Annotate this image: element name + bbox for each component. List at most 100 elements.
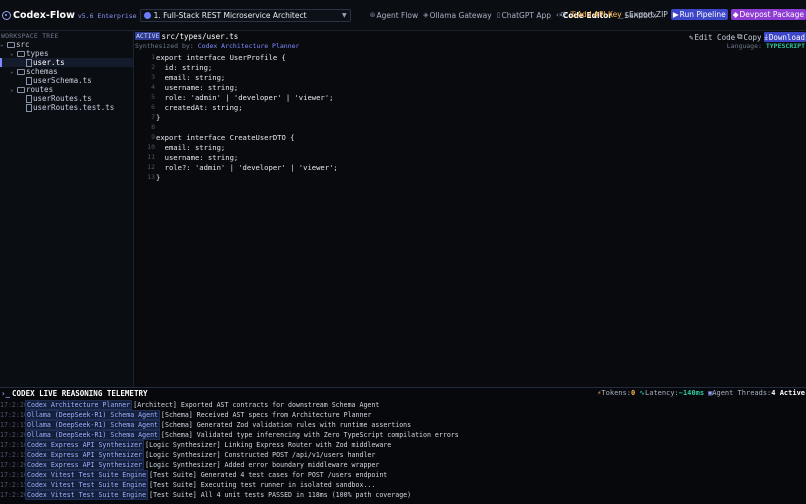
log-entry: 17:2:15 Codex Vitest Test Suite Engine [Te…	[0, 480, 806, 490]
tree-file-userschema-ts[interactable]: userSchema.ts	[26, 76, 92, 85]
log-entry: 17:2:10 Ollama (DeepSeek-R1) Schema Agent…	[0, 410, 806, 420]
download-button[interactable]: ⤓ Download	[763, 32, 806, 42]
log-entry: 17:2:15 Ollama (DeepSeek-R1) Schema Agent…	[0, 420, 806, 430]
add-api-key-button[interactable]: ⚿ Add API Key	[570, 10, 621, 20]
log-source-badge: Codex Vitest Test Suite Engine	[25, 490, 149, 500]
play-icon: ▶	[672, 10, 679, 19]
download-icon: ⤓	[764, 32, 768, 41]
key-icon: ⚿	[570, 9, 576, 19]
nav-chatgpt-app[interactable]: ▯ ChatGPT App	[497, 11, 551, 20]
log-timestamp: 17:2:15	[0, 451, 28, 459]
telemetry-title: CODEX LIVE REASONING TELEMETRY	[12, 388, 148, 398]
tree-label: userSchema.ts	[33, 76, 92, 85]
tokens-stat: ⚡Tokens:0	[597, 389, 635, 397]
tree-folder-schemas[interactable]: ⌄ schemas	[10, 67, 58, 76]
nav-agent-flow[interactable]: ⊛ Agent Flow	[370, 11, 419, 20]
folder-icon	[17, 50, 25, 57]
latency-stat: ∿Latency:~140ms	[639, 389, 704, 397]
code-line: 13}	[135, 172, 338, 182]
tree-file-userroutes-ts[interactable]: userRoutes.ts	[26, 94, 92, 103]
run-pipeline-button[interactable]: ▶ Run Pipeline	[670, 9, 728, 20]
line-number: 7	[151, 113, 155, 121]
devpost-package-button[interactable]: ◆ Devpost Package	[730, 9, 806, 20]
log-entry: 17:2:20 Codex Architecture Planner [Archit…	[0, 400, 806, 410]
project-select-value: 1. Full-Stack REST Microservice Architec…	[153, 10, 307, 20]
threads-label: Agent Threads:	[712, 389, 772, 397]
project-select[interactable]: 1. Full-Stack REST Microservice Architec…	[139, 8, 351, 22]
file-icon	[26, 76, 32, 85]
code-line: 4 username: string;	[135, 82, 338, 92]
log-timestamp: 17:2:15	[0, 481, 28, 489]
tokens-value: 0	[630, 389, 636, 397]
line-number: 10	[147, 143, 155, 151]
log-message: [Test Suite] Generated 4 test cases for …	[149, 471, 388, 479]
log-source-badge: Codex Express API Synthesizer	[25, 460, 145, 470]
refresh-icon[interactable]: ⟳	[560, 10, 567, 19]
code-line: 8	[135, 122, 338, 132]
editor-toolbar: ✎ Edit Code ⧉ Copy ⤓ Download	[689, 32, 806, 42]
log-timestamp: 17:2:20	[0, 461, 28, 469]
action-bar: ⟳ ⚿ Add API Key ⤓ Export ZIP ▶ Run Pipeline…	[560, 9, 806, 20]
nav-label: Ollama Gateway	[429, 10, 492, 20]
active-badge: ACTIVE	[135, 32, 161, 40]
code-area[interactable]: 1 export interface UserProfile {2 id: str…	[135, 52, 338, 182]
download-label: Download	[768, 32, 805, 42]
download-icon: ⤓	[624, 9, 628, 19]
log-timestamp: 17:2:10	[0, 411, 28, 419]
pencil-icon: ✎	[688, 32, 694, 42]
log-source-badge: Ollama (DeepSeek-R1) Schema Agent	[25, 410, 161, 420]
line-number: 9	[151, 133, 155, 141]
nav-label: Agent Flow	[376, 10, 419, 20]
line-number: 8	[151, 123, 155, 131]
log-entry: 17:2:15 Codex Express API Synthesizer [Log…	[0, 450, 806, 460]
package-icon: ◆	[732, 10, 739, 19]
log-source-badge: Ollama (DeepSeek-R1) Schema Agent	[25, 430, 161, 440]
tree-file-user-ts[interactable]: user.ts	[0, 58, 133, 67]
log-message: [Logic Synthesizer] Linking Express Rout…	[145, 441, 392, 449]
log-source-badge: Codex Express API Synthesizer	[25, 440, 145, 450]
edit-code-button[interactable]: ✎ Edit Code	[689, 32, 735, 42]
tree-folder-types[interactable]: ⌄ types	[10, 49, 49, 58]
code-text: export interface UserProfile {	[156, 52, 286, 62]
tree-label: schemas	[26, 67, 58, 76]
copy-button[interactable]: ⧉ Copy	[737, 32, 761, 42]
nav-ollama-gateway[interactable]: ◈ Ollama Gateway	[423, 11, 491, 20]
top-bar: Codex-Flow v5.6 Enterprise 1. Full-Stack…	[0, 0, 806, 31]
synth-agent: Codex Architecture Planner	[197, 41, 300, 50]
code-text: }	[156, 172, 161, 182]
log-timestamp: 17:2:20	[0, 491, 28, 499]
log-timestamp: 17:2:20	[0, 431, 28, 439]
export-zip-button[interactable]: ⤓ Export ZIP	[625, 10, 668, 20]
tree-file-userroutes-test-ts[interactable]: userRoutes.test.ts	[26, 103, 114, 112]
code-text: createdAt: string;	[156, 102, 243, 112]
folder-icon	[17, 86, 25, 93]
chevron-down-icon: ⌄	[10, 86, 14, 93]
tree-label: userRoutes.test.ts	[33, 103, 115, 112]
folder-icon	[7, 41, 15, 48]
threads-stat: ▣Agent Threads:4 Active	[708, 389, 805, 397]
code-line: 9 export interface CreateUserDTO {	[135, 132, 338, 142]
line-number: 5	[151, 93, 155, 101]
synthesis-info: Synthesized by: Codex Architecture Plann…	[135, 41, 806, 51]
log-message: [Test Suite] Executing test runner in is…	[149, 481, 376, 489]
language-indicator: Language: TYPESCRIPT	[727, 42, 805, 50]
line-number: 12	[147, 163, 155, 171]
code-line: 12 role?: 'admin' | 'developer' | 'viewe…	[135, 162, 338, 172]
log-message: [Schema] Received AST specs from Archite…	[161, 411, 372, 419]
log-message: [Schema] Validated type inferencing with…	[161, 431, 459, 439]
tree-label: src	[16, 40, 30, 49]
code-text: username: string;	[156, 82, 239, 92]
add-api-key-label: Add API Key	[576, 10, 622, 19]
tree-folder-routes[interactable]: ⌄ routes	[10, 85, 53, 94]
code-text: role?: 'admin' | 'developer' | 'viewer';	[156, 162, 338, 172]
terminal-icon: ›_	[1, 388, 11, 398]
log-timestamp: 17:2:20	[0, 401, 28, 409]
log-message: [Logic Synthesizer] Constructed POST /ap…	[145, 451, 376, 459]
tree-folder-src[interactable]: ⌄ src	[0, 40, 30, 49]
devpost-package-label: Devpost Package	[739, 10, 805, 19]
tree-label: types	[26, 49, 49, 58]
log-source-badge: Codex Architecture Planner	[25, 400, 133, 410]
latency-label: Latency:	[645, 389, 679, 397]
code-line: 10 email: string;	[135, 142, 338, 152]
app-icon: ▯	[496, 11, 501, 19]
